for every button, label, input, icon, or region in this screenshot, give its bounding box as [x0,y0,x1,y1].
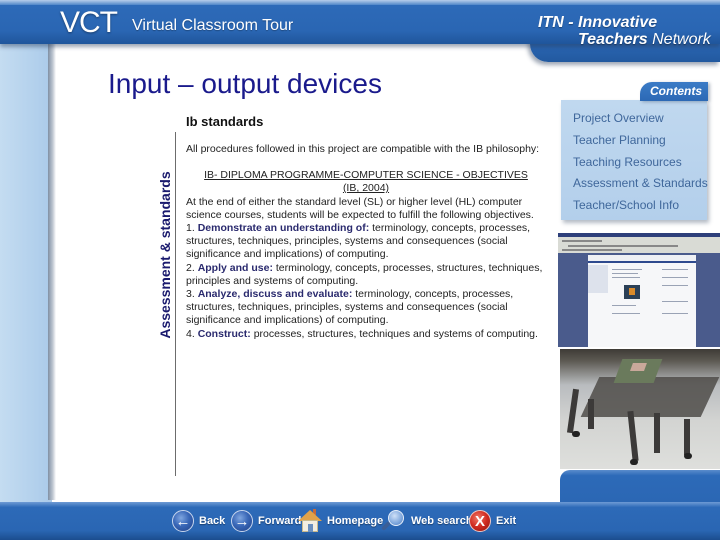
objective-item: 3. Analyze, discuss and evaluate: termin… [186,288,546,328]
org-name-rest: Network [647,31,711,48]
thumb-page-header [588,255,696,263]
brand-subtitle: Virtual Classroom Tour [132,17,294,34]
robot-foot [630,459,638,465]
ib-link-line1: IB- DIPLOMA PROGRAMME-COMPUTER SCIENCE -… [204,169,528,182]
forward-button[interactable]: → Forward [231,509,301,533]
robot-chassis [580,377,720,417]
robot-leg [566,388,580,434]
body-content: All procedures followed in this project … [186,143,546,341]
objective-number: 4. [186,327,195,340]
contents-item-assessment-standards[interactable]: Assessment & Standards [573,176,708,190]
left-decor-shadow [48,44,56,500]
forward-label: Forward [258,515,302,527]
house-icon [298,509,322,533]
robot-leg [684,419,690,455]
robot-foot [684,453,692,459]
objective-item: 1. Demonstrate an understanding of: term… [186,222,546,262]
objective-title: Construct: [197,327,251,340]
web-search-button[interactable]: Web search [380,509,473,533]
contents-item-project-overview[interactable]: Project Overview [573,111,664,125]
homepage-label: Homepage [327,515,384,527]
x-icon: X [469,510,491,532]
robot-leg [654,413,660,453]
header-highlight [0,0,720,5]
exit-button[interactable]: X Exit [469,509,516,533]
objective-title: Apply and use: [197,261,273,274]
web-search-label: Web search [411,515,473,527]
objective-number: 2. [186,261,195,274]
thumb-picture [624,285,640,299]
robot-foot [572,431,580,437]
back-button[interactable]: ← Back [172,509,225,533]
robot-photo-image [560,349,720,469]
thumb-text-line [612,313,640,314]
contents-item-teacher-planning[interactable]: Teacher Planning [573,133,666,147]
objective-text: processes, structures, techniques and sy… [250,327,538,340]
thumb-text-line [612,277,640,278]
thumb-toolbar [558,237,720,253]
contents-item-teaching-resources[interactable]: Teaching Resources [573,155,682,169]
vertical-section-label: Assessment & standards [157,171,173,339]
website-screenshot-image [558,233,720,347]
thumb-text-line [662,313,688,314]
robot-leg [588,399,594,429]
robot-leg [627,410,639,462]
exit-label: Exit [496,515,517,527]
org-name-line1: ITN - Innovative [538,14,658,31]
left-decor-strip [0,40,52,502]
ib-link-line2: (IB, 2004) [342,182,390,195]
org-name-line2: Teachers Network [578,31,711,49]
back-label: Back [199,515,226,527]
section-heading: Ib standards [186,114,264,129]
thumb-text-line [662,269,688,270]
thumb-text-line [662,277,688,278]
thumb-text-line [612,269,642,270]
vertical-divider [175,132,176,476]
contents-tab-label: Contents [650,84,702,98]
org-name-bold: Teachers [578,31,648,48]
arrow-right-icon: → [231,510,253,532]
objective-item: 4. Construct: processes, structures, tec… [186,328,546,341]
thumb-text-line [662,301,688,302]
page-title: Input – output devices [108,68,382,99]
contents-item-teacher-school-info[interactable]: Teacher/School Info [573,198,679,212]
lead-paragraph: At the end of either the standard level … [186,195,534,221]
objective-title: Analyze, discuss and evaluate: [197,288,353,301]
thumb-text-line [662,285,688,286]
brand-logo: VCT [60,6,118,39]
thumb-sidebar [588,265,608,293]
thumb-text-line [612,305,636,306]
thumb-text-line [612,273,638,274]
arrow-left-icon: ← [172,510,194,532]
objective-number: 3. [186,288,195,301]
intro-paragraph: All procedures followed in this project … [186,143,540,155]
magnifier-icon [380,509,406,533]
objective-number: 1. [186,222,195,235]
objective-item: 2. Apply and use: terminology, concepts,… [186,262,546,288]
objective-title: Demonstrate an understanding of: [197,222,370,235]
homepage-button[interactable]: Homepage [298,509,383,533]
ib-objectives-link[interactable]: IB- DIPLOMA PROGRAMME-COMPUTER SCIENCE -… [186,169,546,195]
